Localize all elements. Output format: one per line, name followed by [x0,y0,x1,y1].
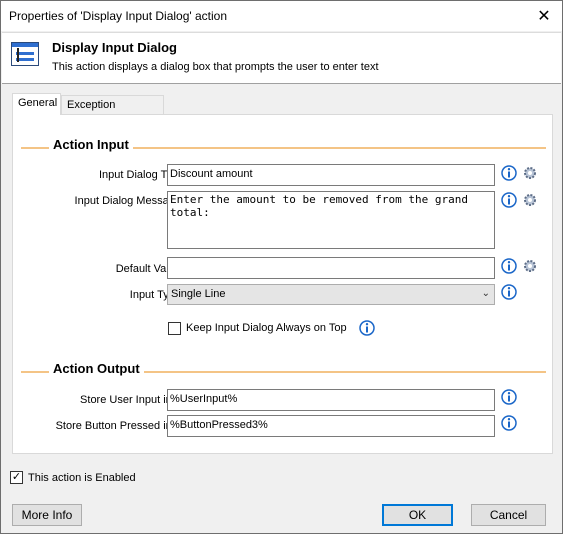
info-icon[interactable] [501,192,517,208]
info-icon[interactable] [501,258,517,274]
default-value-label: Default Value: [115,263,184,275]
input-type-value: Single Line [171,288,226,300]
dialog-title-input[interactable]: Discount amount [167,164,495,186]
gear-icon[interactable] [523,193,537,207]
store-button-field[interactable]: %ButtonPressed3% [167,415,495,437]
tab-exception-handling[interactable]: Exception Handling [61,95,164,130]
enabled-label: This action is Enabled [28,472,136,484]
more-info-button[interactable]: More Info [12,504,82,526]
info-icon[interactable] [359,320,375,336]
info-icon[interactable] [501,389,517,405]
info-icon[interactable] [501,284,517,300]
action-description: This action displays a dialog box that p… [52,61,379,73]
info-icon[interactable] [501,415,517,431]
general-panel: Action Input Input Dialog Title: Discoun… [12,114,553,454]
action-output-title: Action Output [49,361,144,376]
chevron-down-icon: ⌄ [481,288,490,299]
action-header: Display Input Dialog This action display… [2,32,561,84]
gear-icon[interactable] [523,259,537,273]
action-title: Display Input Dialog [52,40,177,55]
gear-icon[interactable] [523,166,537,180]
dialog-message-label: Input Dialog Message: [74,195,184,207]
cancel-button[interactable]: Cancel [471,504,546,526]
default-value-input[interactable] [167,257,495,279]
action-input-title: Action Input [49,137,133,152]
window-title: Properties of 'Display Input Dialog' act… [9,9,228,23]
dialog-window-icon [11,42,39,66]
title-bar: Properties of 'Display Input Dialog' act… [1,1,562,31]
store-button-label: Store Button Pressed into: [55,420,184,432]
ok-button[interactable]: OK [382,504,453,526]
properties-dialog: Properties of 'Display Input Dialog' act… [0,0,563,534]
always-on-top-label: Keep Input Dialog Always on Top [186,322,347,334]
tab-general[interactable]: General [12,93,61,115]
store-input-label: Store User Input into: [80,394,184,406]
dialog-title-label: Input Dialog Title: [99,169,184,181]
info-icon[interactable] [501,165,517,181]
input-type-select[interactable]: Single Line ⌄ [167,284,495,305]
dialog-message-input[interactable]: Enter the amount to be removed from the … [167,191,495,249]
close-icon[interactable]: ✕ [526,1,562,31]
store-input-field[interactable]: %UserInput% [167,389,495,411]
enabled-checkbox[interactable]: ✓ [10,471,23,484]
always-on-top-checkbox[interactable] [168,322,181,335]
input-type-label: Input Type: [129,289,184,301]
